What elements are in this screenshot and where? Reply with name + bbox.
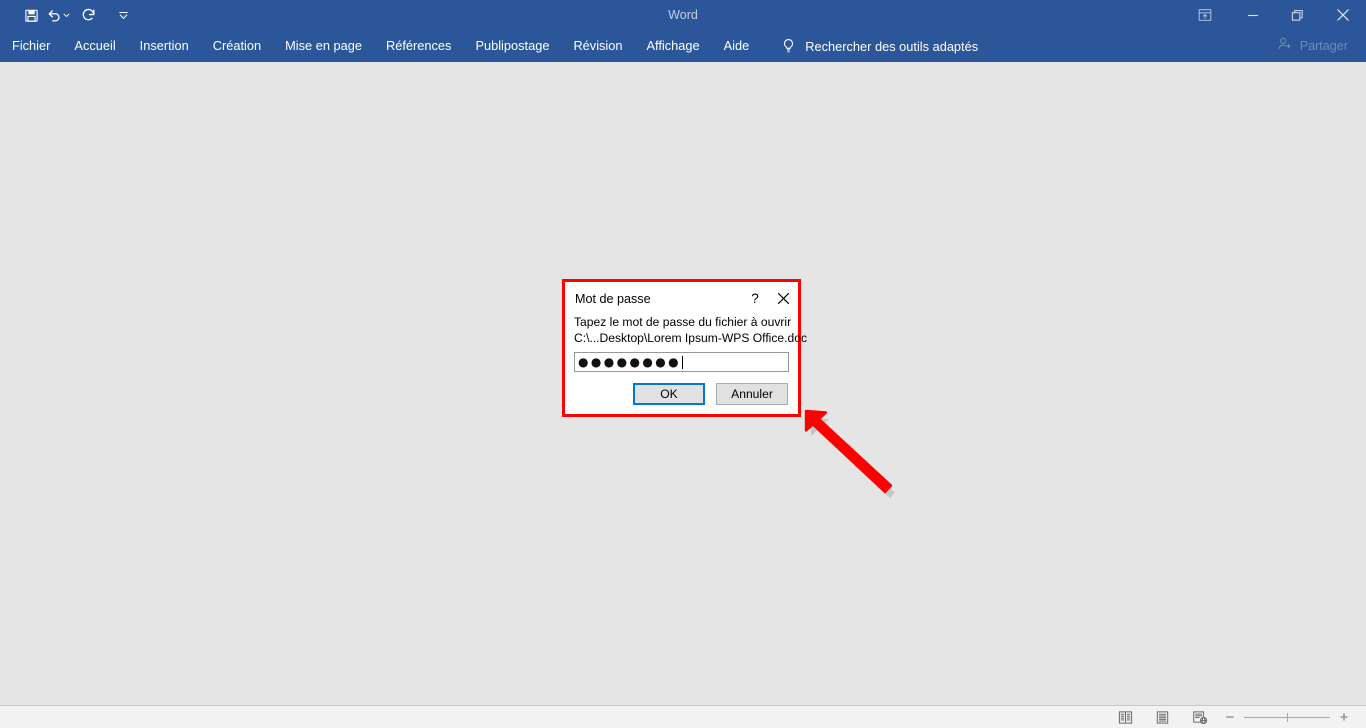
redo-icon[interactable] xyxy=(76,2,102,28)
close-icon[interactable] xyxy=(1320,0,1366,30)
lightbulb-icon xyxy=(781,38,796,54)
print-layout-icon[interactable] xyxy=(1155,710,1170,725)
tab-mise-en-page[interactable]: Mise en page xyxy=(273,30,374,62)
tab-insertion[interactable]: Insertion xyxy=(128,30,201,62)
password-masked-value: ●●●●●●●● xyxy=(578,355,681,369)
ribbon-tabs: Fichier Accueil Insertion Création Mise … xyxy=(0,30,978,62)
ribbon-tab-bar: Fichier Accueil Insertion Création Mise … xyxy=(0,30,1366,62)
web-layout-icon[interactable] xyxy=(1192,710,1208,725)
tab-revision[interactable]: Révision xyxy=(561,30,634,62)
dialog-title-bar: Mot de passe ? xyxy=(566,283,797,314)
dialog-prompt-line-1: Tapez le mot de passe du fichier à ouvri… xyxy=(574,315,792,329)
status-bar: − + xyxy=(0,705,1366,728)
zoom-slider[interactable]: − + xyxy=(1222,709,1352,725)
zoom-in-icon[interactable]: + xyxy=(1336,709,1352,725)
tab-affichage[interactable]: Affichage xyxy=(635,30,712,62)
help-icon[interactable]: ? xyxy=(741,286,769,312)
ok-button[interactable]: OK xyxy=(633,383,705,405)
read-mode-icon[interactable] xyxy=(1118,710,1133,725)
dialog-title: Mot de passe xyxy=(575,291,651,306)
window-controls xyxy=(1180,0,1366,30)
tell-me-search[interactable]: Rechercher des outils adaptés xyxy=(761,30,978,62)
restore-icon[interactable] xyxy=(1275,0,1320,30)
dialog-button-row: OK Annuler xyxy=(574,383,789,405)
tab-creation[interactable]: Création xyxy=(201,30,273,62)
zoom-slider-track[interactable] xyxy=(1244,709,1330,725)
save-icon[interactable] xyxy=(18,2,44,28)
undo-button[interactable] xyxy=(46,2,70,28)
share-button[interactable]: Partager xyxy=(1277,30,1348,62)
password-input[interactable]: ●●●●●●●● xyxy=(574,352,789,372)
dialog-close-icon[interactable] xyxy=(769,286,797,312)
tab-references[interactable]: Références xyxy=(374,30,463,62)
app-title: Word xyxy=(668,8,698,22)
dialog-body: Tapez le mot de passe du fichier à ouvri… xyxy=(566,314,807,413)
cancel-button[interactable]: Annuler xyxy=(716,383,788,405)
ribbon-options-icon[interactable] xyxy=(1180,0,1230,30)
customize-quick-access-icon[interactable] xyxy=(110,2,136,28)
tab-aide[interactable]: Aide xyxy=(712,30,762,62)
password-dialog: Mot de passe ? Tapez le mot de passe du … xyxy=(565,282,807,414)
view-mode-buttons xyxy=(1118,710,1208,725)
text-cursor xyxy=(681,355,683,369)
zoom-slider-tick xyxy=(1287,713,1288,722)
minimize-icon[interactable] xyxy=(1230,0,1275,30)
tab-accueil[interactable]: Accueil xyxy=(62,30,127,62)
dialog-prompt-line-2: C:\...Desktop\Lorem Ipsum-WPS Office.doc xyxy=(574,331,807,345)
share-person-icon xyxy=(1277,36,1293,57)
share-label: Partager xyxy=(1299,39,1348,53)
quick-access-toolbar xyxy=(0,0,136,30)
password-dialog-highlight: Mot de passe ? Tapez le mot de passe du … xyxy=(562,279,807,417)
zoom-out-icon[interactable]: − xyxy=(1222,709,1238,725)
tab-fichier[interactable]: Fichier xyxy=(0,30,62,62)
chevron-down-icon[interactable] xyxy=(63,13,70,17)
tell-me-placeholder: Rechercher des outils adaptés xyxy=(805,38,979,54)
tab-publipostage[interactable]: Publipostage xyxy=(463,30,561,62)
title-bar: Word xyxy=(0,0,1366,30)
